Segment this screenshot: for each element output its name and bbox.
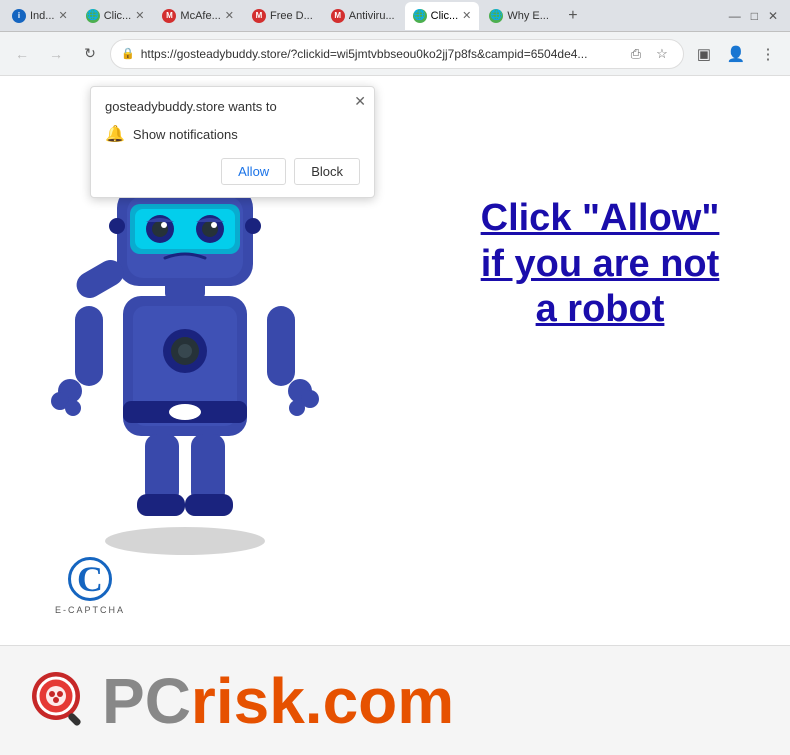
menu-icon[interactable]: ⋮	[754, 40, 782, 68]
pcrisk-icon	[30, 670, 92, 732]
bookmark-icon[interactable]: ☆	[651, 43, 673, 65]
tab-2[interactable]: 🌐 Clic... ✕	[78, 2, 153, 30]
block-button[interactable]: Block	[294, 158, 360, 185]
pcrisk-gray-text: PC	[102, 669, 191, 733]
pcrisk-orange-text: risk.com	[191, 669, 454, 733]
address-bar-row: ← → ↻ 🔒 https://gosteadybuddy.store/?cli…	[0, 32, 790, 76]
back-icon: ←	[15, 46, 29, 62]
back-button[interactable]: ←	[8, 40, 36, 68]
forward-icon: →	[49, 46, 63, 62]
share-icon[interactable]: ⎙	[625, 43, 647, 65]
tab-2-favicon: 🌐	[86, 9, 100, 23]
pcrisk-bar: PCrisk.com	[0, 645, 790, 755]
maximize-button[interactable]: □	[751, 9, 758, 23]
url-text: https://gosteadybuddy.store/?clickid=wi5…	[141, 47, 619, 61]
tab-3-label: McAfe...	[180, 10, 220, 22]
tab-3[interactable]: M McAfe... ✕	[154, 2, 242, 30]
tab-6-close[interactable]: ✕	[462, 9, 471, 22]
bell-icon: 🔔	[105, 124, 125, 144]
toolbar-icons: ▣ 👤 ⋮	[690, 40, 782, 68]
page-content: ✕ gosteadybuddy.store wants to 🔔 Show no…	[0, 76, 790, 755]
extension-icon[interactable]: ▣	[690, 40, 718, 68]
captcha-letter: C	[68, 557, 112, 601]
tab-strip: i Ind... ✕ 🌐 Clic... ✕ M McAfe... ✕ M Fr…	[4, 0, 729, 31]
tab-6[interactable]: 🌐 Clic... ✕	[405, 2, 480, 30]
tab-5[interactable]: M Antiviru...	[323, 2, 403, 30]
click-allow-heading: Click "Allow" if you are not a robot	[470, 196, 730, 333]
tab-7[interactable]: 🌐 Why E...	[481, 2, 557, 30]
pcrisk-text: PCrisk.com	[102, 669, 454, 733]
forward-button[interactable]: →	[42, 40, 70, 68]
allow-button[interactable]: Allow	[221, 158, 286, 185]
reload-icon: ↻	[84, 45, 96, 62]
notification-permission-text: Show notifications	[133, 127, 238, 142]
notification-popup: ✕ gosteadybuddy.store wants to 🔔 Show no…	[90, 86, 375, 198]
profile-icon[interactable]: 👤	[722, 40, 750, 68]
tab-4[interactable]: M Free D...	[244, 2, 321, 30]
ecaptcha-logo: C E-CAPTCHA	[55, 557, 125, 615]
title-bar: i Ind... ✕ 🌐 Clic... ✕ M McAfe... ✕ M Fr…	[0, 0, 790, 32]
lock-icon: 🔒	[121, 47, 135, 60]
minimize-button[interactable]: —	[729, 9, 741, 23]
tab-3-favicon: M	[162, 9, 176, 23]
tab-1[interactable]: i Ind... ✕	[4, 2, 76, 30]
tab-5-label: Antiviru...	[349, 10, 395, 22]
window-controls: — □ ✕	[729, 9, 786, 23]
reload-button[interactable]: ↻	[76, 40, 104, 68]
notification-close-button[interactable]: ✕	[354, 93, 366, 110]
tab-1-label: Ind...	[30, 10, 54, 22]
tab-5-favicon: M	[331, 9, 345, 23]
notification-buttons: Allow Block	[105, 158, 360, 185]
notification-permission-row: 🔔 Show notifications	[105, 124, 360, 144]
address-action-icons: ⎙ ☆	[625, 43, 673, 65]
tab-7-favicon: 🌐	[489, 9, 503, 23]
tab-6-label: Clic...	[431, 10, 459, 22]
tab-3-close[interactable]: ✕	[225, 9, 234, 22]
close-button[interactable]: ✕	[768, 9, 778, 23]
captcha-label: E-CAPTCHA	[55, 605, 125, 615]
tab-6-favicon: 🌐	[413, 9, 427, 23]
tab-7-label: Why E...	[507, 10, 549, 22]
new-tab-button[interactable]: +	[559, 2, 587, 30]
tab-4-label: Free D...	[270, 10, 313, 22]
notification-title: gosteadybuddy.store wants to	[105, 99, 360, 114]
tab-2-close[interactable]: ✕	[135, 9, 144, 22]
address-box[interactable]: 🔒 https://gosteadybuddy.store/?clickid=w…	[110, 39, 684, 69]
tab-4-favicon: M	[252, 9, 266, 23]
tab-1-favicon: i	[12, 9, 26, 23]
tab-1-close[interactable]: ✕	[58, 9, 67, 22]
tab-2-label: Clic...	[104, 10, 132, 22]
